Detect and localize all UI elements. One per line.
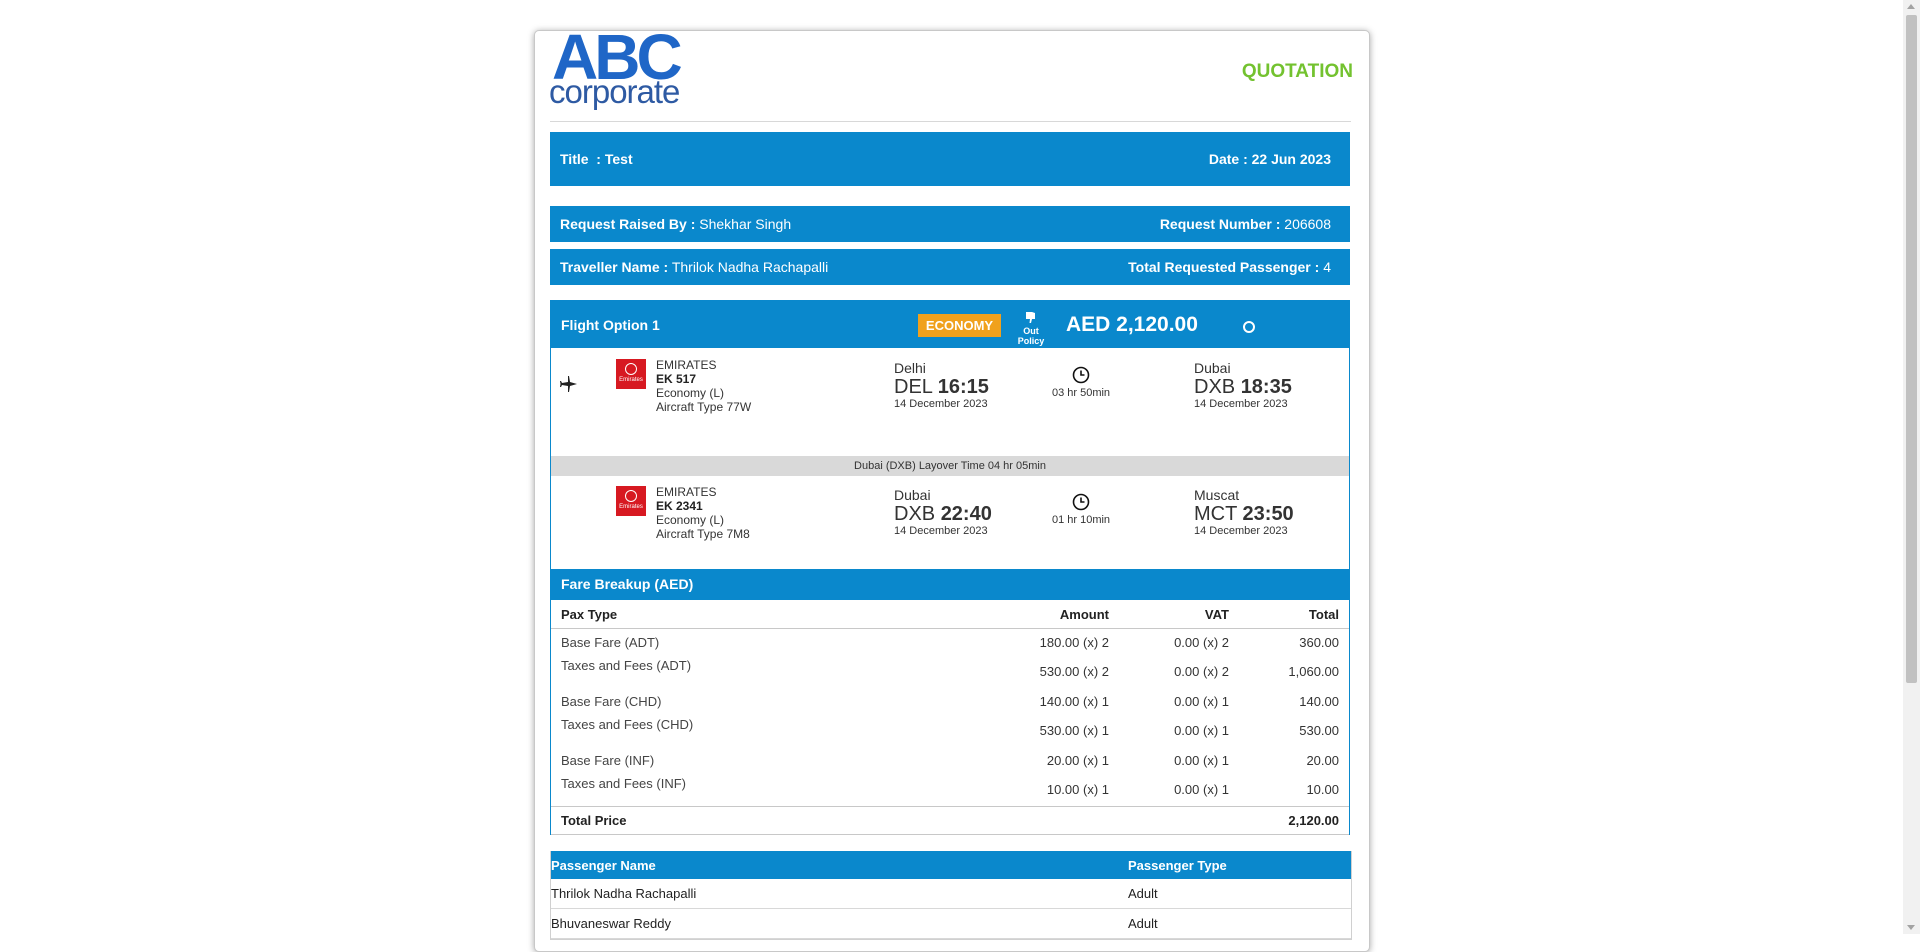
clock-icon: [1072, 366, 1090, 384]
scroll-up-arrow-icon[interactable]: [1907, 4, 1915, 9]
flight-price: AED 2,120.00: [1066, 313, 1198, 336]
abc-corporate-logo: ABC corporate: [549, 31, 690, 116]
fare-vat: 0.00 (x) 1: [1174, 782, 1229, 797]
airplane-icon: [560, 376, 577, 392]
request-bar: Request Raised By : Shekhar Singh Reques…: [550, 206, 1350, 242]
document-type: QUOTATION: [1241, 61, 1353, 82]
fare-row-label: Base Fare (CHD): [561, 694, 662, 709]
flight-option-card: Flight Option 1 ECONOMY Out Policy AED 2…: [550, 300, 1350, 835]
fare-row-label: Taxes and Fees (INF): [561, 776, 686, 791]
fare-amount: 20.00 (x) 1: [1046, 753, 1109, 768]
flight-option-header: Flight Option 1 ECONOMY Out Policy AED 2…: [551, 301, 1349, 348]
fare-vat: 0.00 (x) 2: [1174, 664, 1229, 679]
fare-amount: 530.00 (x) 1: [1039, 723, 1109, 738]
logo-corporate-text: corporate: [549, 73, 680, 110]
fare-total: 20.00: [1306, 753, 1339, 768]
flight-option-title: Flight Option 1: [561, 317, 660, 333]
fare-total: 10.00: [1306, 782, 1339, 797]
passenger-table-header: Passenger Name Passenger Type: [551, 851, 1351, 879]
fare-amount: 530.00 (x) 2: [1039, 664, 1109, 679]
fare-breakup-header: Fare Breakup (AED): [551, 569, 1349, 600]
fare-row-label: Taxes and Fees (ADT): [561, 658, 692, 673]
flight-segment-1: Emirates EMIRATES EK 517 Economy (L) Air…: [551, 348, 1349, 428]
traveller-bar: Traveller Name : Thrilok Nadha Rachapall…: [550, 249, 1350, 285]
quotation-card: ABC corporate QUOTATION Title : Test Dat…: [534, 30, 1370, 952]
request-raised-by: Request Raised By : Shekhar Singh: [560, 216, 792, 232]
fare-total: 530.00: [1299, 723, 1339, 738]
fare-total: 1,060.00: [1288, 664, 1339, 679]
fare-amount: 140.00 (x) 1: [1039, 694, 1109, 709]
scroll-down-arrow-icon[interactable]: [1907, 925, 1915, 930]
quote-date: Date : 22 Jun 2023: [1208, 151, 1331, 167]
fare-amount: 180.00 (x) 2: [1039, 635, 1109, 650]
fare-vat: 0.00 (x) 2: [1174, 635, 1229, 650]
segment-info: EMIRATES EK 2341 Economy (L) Aircraft Ty…: [656, 485, 750, 541]
table-row: Thrilok Nadha Rachapalli Adult: [551, 879, 1351, 909]
cabin-badge: ECONOMY: [918, 314, 1001, 337]
out-policy-label: Out Policy: [1017, 326, 1045, 346]
passenger-name: Thrilok Nadha Rachapalli: [551, 886, 697, 901]
col-pax-type: Pax Type: [561, 607, 618, 622]
fare-vat: 0.00 (x) 1: [1174, 723, 1229, 738]
request-number: Request Number : 206608: [1159, 216, 1331, 232]
fare-total: 140.00: [1299, 694, 1339, 709]
arrival-info: Dubai DXB 18:35 14 December 2023: [1194, 360, 1292, 410]
total-price-value: 2,120.00: [1288, 813, 1339, 828]
col-amount: Amount: [1059, 607, 1109, 622]
departure-info: Delhi DEL 16:15 14 December 2023: [894, 360, 989, 410]
fare-total-row: Total Price 2,120.00: [551, 806, 1349, 835]
passenger-type: Adult: [1128, 886, 1158, 901]
out-policy-indicator: Out Policy: [1009, 311, 1053, 346]
fare-amount: 10.00 (x) 1: [1046, 782, 1109, 797]
passenger-table: Passenger Name Passenger Type Thrilok Na…: [550, 851, 1352, 940]
table-row: Bhuvaneswar Reddy Adult: [551, 909, 1351, 939]
fare-table-header: Pax Type Amount VAT Total: [551, 600, 1349, 629]
segment-info: EMIRATES EK 517 Economy (L) Aircraft Typ…: [656, 358, 752, 414]
total-price-label: Total Price: [561, 813, 627, 828]
passenger-type: Adult: [1128, 916, 1158, 931]
emirates-logo: Emirates: [616, 359, 646, 389]
segment-duration: 03 hr 50min: [1051, 366, 1111, 399]
passenger-name: Bhuvaneswar Reddy: [551, 916, 671, 931]
fare-row-label: Base Fare (ADT): [561, 635, 660, 650]
col-passenger-name: Passenger Name: [551, 858, 656, 873]
header-divider: [550, 121, 1351, 122]
vertical-scrollbar[interactable]: [1903, 0, 1920, 934]
clock-icon: [1072, 493, 1090, 511]
scrollbar-thumb[interactable]: [1906, 15, 1917, 683]
departure-info: Dubai DXB 22:40 14 December 2023: [894, 487, 992, 537]
title-bar: Title : Test Date : 22 Jun 2023: [550, 132, 1350, 186]
fare-vat: 0.00 (x) 1: [1174, 694, 1229, 709]
segment-duration: 01 hr 10min: [1051, 493, 1111, 526]
fare-table: Pax Type Amount VAT Total Base Fare (ADT…: [551, 600, 1349, 835]
fare-group-inf: Base Fare (INF) 20.00 (x) 1 0.00 (x) 1 2…: [551, 747, 1349, 806]
fare-vat: 0.00 (x) 1: [1174, 753, 1229, 768]
total-passengers: Total Requested Passenger : 4: [1128, 259, 1331, 275]
fare-group-chd: Base Fare (CHD) 140.00 (x) 1 0.00 (x) 1 …: [551, 688, 1349, 747]
traveller-name: Traveller Name : Thrilok Nadha Rachapall…: [560, 259, 829, 275]
arrival-info: Muscat MCT 23:50 14 December 2023: [1194, 487, 1294, 537]
fare-group-adt: Base Fare (ADT) 180.00 (x) 2 0.00 (x) 2 …: [551, 629, 1349, 688]
col-total: Total: [1308, 607, 1339, 622]
fare-total: 360.00: [1299, 635, 1339, 650]
col-vat: VAT: [1204, 607, 1229, 622]
select-flight-radio[interactable]: [1243, 321, 1255, 333]
thumbs-down-icon: [1026, 312, 1035, 323]
emirates-logo: Emirates: [616, 486, 646, 516]
col-passenger-type: Passenger Type: [1128, 858, 1227, 873]
quote-title: Title : Test: [560, 151, 633, 167]
fare-row-label: Base Fare (INF): [561, 753, 655, 768]
fare-row-label: Taxes and Fees (CHD): [561, 717, 694, 732]
flight-segment-2-content: Emirates EMIRATES EK 2341 Economy (L) Ai…: [551, 446, 1349, 541]
